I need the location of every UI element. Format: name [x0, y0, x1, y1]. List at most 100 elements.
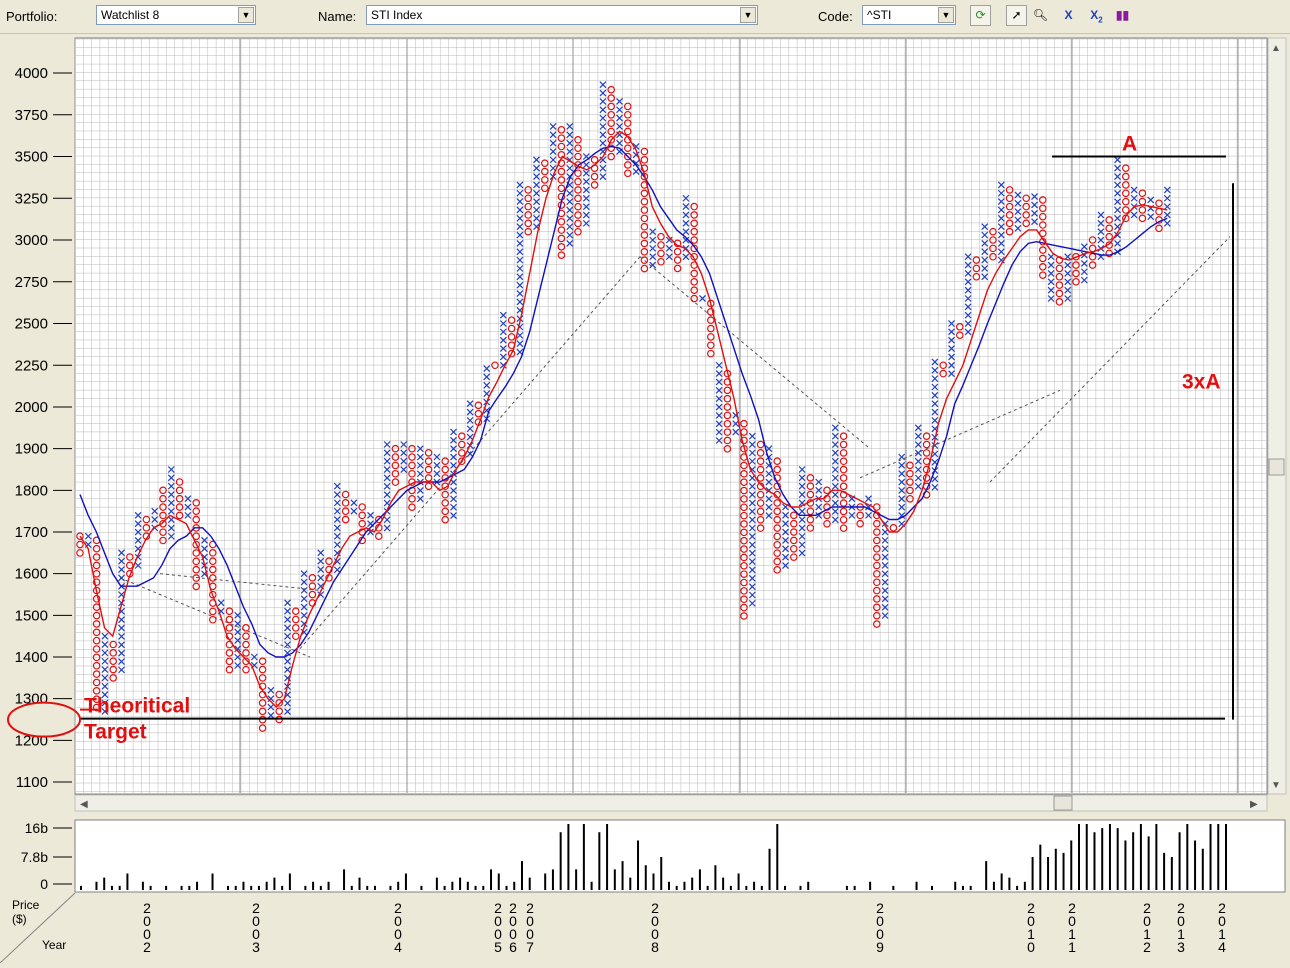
volume-bar	[327, 881, 330, 890]
y-tick-label: 2250	[15, 357, 48, 374]
scroll-left-icon[interactable]: ◀	[80, 799, 88, 810]
volume-bar	[1163, 852, 1166, 890]
bars-icon[interactable]: ▮▮	[1112, 5, 1133, 26]
volume-bar	[520, 861, 523, 890]
year-digit: 1	[1068, 939, 1076, 955]
volume-bar	[954, 881, 957, 890]
volume-bar	[1101, 828, 1104, 890]
x2-icon[interactable]: X2	[1086, 5, 1107, 26]
y-tick-label: 1400	[15, 649, 48, 666]
chevron-down-icon[interactable]: ▼	[740, 7, 756, 23]
volume-bar	[165, 885, 168, 890]
volume-bar	[343, 869, 346, 890]
volume-bar	[1132, 832, 1135, 890]
volume-bar	[482, 885, 485, 890]
volume-bar	[435, 877, 438, 890]
scroll-down-icon[interactable]: ▼	[1271, 780, 1281, 791]
y-tick-label: 1700	[15, 524, 48, 541]
volume-bar	[528, 877, 531, 890]
year-ticks: 2002 2003 2004 2005 2006 2007 2008 2009 2010 2011…	[143, 900, 1226, 955]
year-digit: 0	[1027, 939, 1035, 955]
volume-bar	[613, 869, 616, 890]
volume-bar	[1039, 844, 1042, 890]
horizontal-scrollbar[interactable]	[74, 794, 1268, 812]
volume-bar	[1031, 857, 1034, 890]
volume-bar	[226, 885, 229, 890]
volume-bar	[281, 885, 284, 890]
volume-bar	[288, 873, 291, 890]
volume-bar	[1023, 881, 1026, 890]
vertical-scrollbar[interactable]	[1267, 37, 1287, 795]
zoom-icon[interactable]: 🔍︎	[1030, 5, 1051, 26]
volume-bar	[1062, 852, 1065, 890]
scroll-right-icon[interactable]: ▶	[1250, 799, 1258, 810]
year-tick: 2004	[394, 900, 402, 955]
volume-bar	[1116, 828, 1119, 890]
chevron-down-icon[interactable]: ▼	[238, 7, 254, 23]
volume-bar	[582, 824, 585, 890]
code-value: ^STI	[867, 8, 892, 22]
chevron-down-icon[interactable]: ▼	[938, 7, 954, 23]
volume-bar	[273, 877, 276, 890]
pointer-icon[interactable]: ➚	[1006, 5, 1027, 26]
year-digit: 2	[143, 939, 151, 955]
volume-bar	[1217, 824, 1220, 890]
measure-label: A	[1122, 133, 1137, 156]
year-tick: 2007	[526, 900, 534, 955]
volume-bar	[559, 832, 562, 890]
volume-bar	[706, 885, 709, 890]
volume-bar	[474, 885, 477, 890]
year-digit: 4	[394, 939, 402, 955]
volume-bar	[799, 885, 802, 890]
portfolio-select[interactable]: Watchlist 8 ▼	[96, 5, 256, 25]
volume-bar	[729, 885, 732, 890]
volume-bar	[1078, 824, 1081, 890]
refresh-icon[interactable]: ⟳	[970, 5, 991, 26]
y-tick-label: 1600	[15, 566, 48, 583]
volume-bar	[497, 873, 500, 890]
volume-bar	[737, 873, 740, 890]
y-tick-label: 1100	[16, 774, 48, 791]
code-select[interactable]: ^STI ▼	[862, 5, 956, 25]
pnf-chart[interactable]: 4000 3750 3500 3250 3000 2750 2500 2250 2000 1900…	[0, 34, 1290, 814]
volume-bar	[637, 840, 640, 890]
volume-bar	[845, 885, 848, 890]
volume-bar	[304, 885, 307, 890]
horizontal-scroll-thumb[interactable]	[1053, 795, 1073, 811]
volume-bar	[350, 885, 353, 890]
volume-panel: 16b 7.8b 0	[0, 818, 1290, 893]
volume-bar	[652, 873, 655, 890]
y-tick-label: 3500	[15, 149, 48, 166]
volume-bar	[992, 881, 995, 890]
volume-bar	[443, 885, 446, 890]
name-select[interactable]: STI Index ▼	[366, 5, 758, 25]
toolbar: Portfolio: Watchlist 8 ▼ Name: STI Index…	[0, 0, 1290, 34]
volume-bar	[590, 881, 593, 890]
code-label: Code:	[818, 9, 853, 24]
volume-bar	[1008, 877, 1011, 890]
year-tick: 2013	[1177, 900, 1185, 955]
volume-bar	[853, 885, 856, 890]
volume-bar	[188, 885, 191, 890]
year-axis: Price ($) Year 2002200320042005200620072…	[0, 892, 1226, 964]
year-digit: 7	[526, 939, 534, 955]
volume-bar	[312, 881, 315, 890]
volume-bar	[1201, 848, 1204, 890]
y-tick-label: 1900	[15, 441, 48, 458]
vertical-scroll-thumb[interactable]	[1268, 458, 1285, 476]
year-digit: 9	[876, 939, 884, 955]
volume-bar	[606, 824, 609, 890]
volume-bar	[660, 857, 663, 890]
volume-bar	[1155, 824, 1158, 890]
volume-bar	[242, 881, 245, 890]
scroll-up-icon[interactable]: ▲	[1271, 43, 1281, 54]
volume-bar	[961, 885, 964, 890]
year-digit: 2	[1143, 939, 1151, 955]
x-icon[interactable]: X	[1058, 5, 1079, 26]
volume-bar	[80, 885, 82, 890]
volume-bar	[358, 877, 361, 890]
volume-bar	[1225, 824, 1227, 890]
year-tick: 2009	[876, 900, 884, 955]
volume-bar	[768, 848, 771, 890]
volume-bar	[985, 861, 988, 890]
